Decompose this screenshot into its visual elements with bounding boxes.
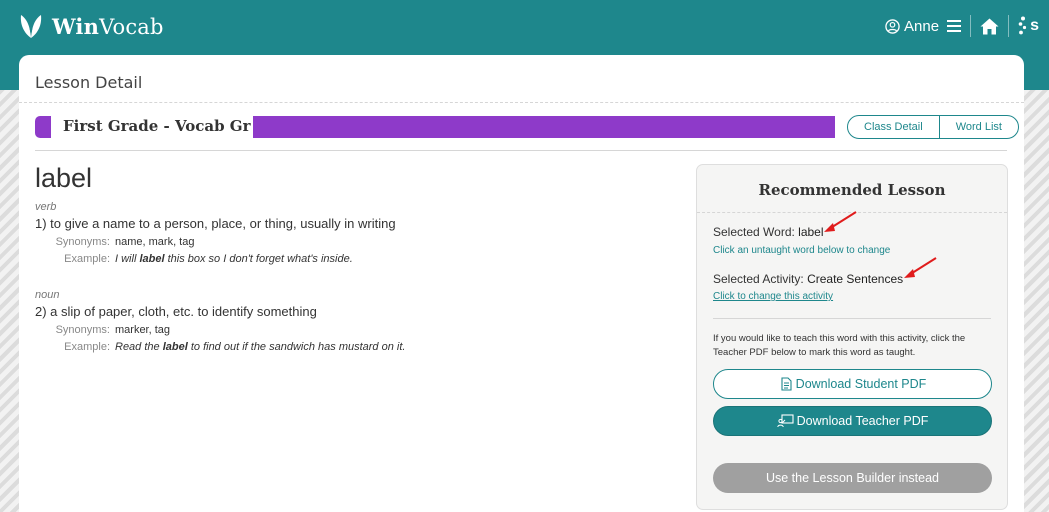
top-nav: Anne s [885, 14, 1049, 38]
definition-text: 2) a slip of paper, cloth, etc. to ident… [35, 304, 317, 319]
panel-title: Recommended Lesson [758, 181, 946, 199]
example-sentence: I will label this box so I don't forget … [115, 253, 353, 265]
logo-text: WinVocab [52, 14, 164, 39]
winvocab-leaf-logo-icon [20, 15, 42, 38]
synonyms-row: Synonyms: marker, tag [35, 324, 405, 336]
synonyms-row: Synonyms: name, mark, tag [35, 236, 396, 248]
lesson-nav-buttons: Class Detail Word List [847, 115, 1019, 139]
example-after: this box so I don't forget what's inside… [164, 253, 353, 265]
student-pdf-icon [781, 377, 792, 391]
example-word: label [162, 341, 188, 353]
selected-activity-line: Selected Activity: Create Sentences [713, 272, 903, 286]
brand-letter: s [1030, 17, 1039, 34]
synonyms-value: name, mark, tag [115, 236, 195, 248]
selected-activity-label: Selected Activity: [713, 272, 804, 286]
menu-icon [947, 20, 962, 32]
nav-separator [970, 15, 972, 37]
definition-noun: noun 2) a slip of paper, cloth, etc. to … [35, 289, 405, 353]
menu-button[interactable] [947, 20, 962, 32]
panel-rule [713, 318, 991, 319]
teacher-pdf-icon [776, 414, 794, 428]
nav-separator [1008, 15, 1010, 37]
example-label: Example: [64, 341, 110, 353]
home-icon [980, 18, 999, 34]
synonyms-label: Synonyms: [55, 324, 110, 336]
lesson-builder-button[interactable]: Use the Lesson Builder instead [713, 463, 992, 493]
lesson-bar-divider [35, 150, 1007, 151]
student-pdf-label: Download Student PDF [795, 377, 927, 391]
teach-info-text: If you would like to teach this word wit… [713, 333, 966, 358]
download-teacher-pdf-button[interactable]: Download Teacher PDF [713, 406, 992, 436]
brand-link[interactable]: s [1018, 16, 1039, 36]
selected-activity-value: Create Sentences [807, 272, 904, 286]
user-icon [885, 18, 900, 34]
home-button[interactable] [980, 18, 999, 35]
logo-text-bold: Win [52, 13, 100, 39]
winvocab-logo[interactable]: WinVocab [18, 12, 164, 40]
user-name: Anne [904, 17, 940, 35]
example-row: Example: I will label this box so I don'… [35, 253, 396, 265]
example-label: Example: [64, 253, 110, 265]
annotation-arrow-icon [904, 257, 937, 278]
example-before: Read the [115, 341, 163, 353]
change-activity-link[interactable]: Click to change this activity [713, 291, 833, 302]
change-word-hint[interactable]: Click an untaught word below to change [713, 245, 890, 256]
teacher-pdf-label: Download Teacher PDF [796, 414, 929, 428]
lesson-title: First Grade - Vocab Gr 1 [63, 117, 267, 135]
part-of-speech: verb [35, 201, 57, 213]
example-before: I will [115, 253, 140, 265]
lesson-title-bar: First Grade - Vocab Gr 1 [35, 116, 835, 138]
page-title: Lesson Detail [35, 73, 143, 92]
lesson-color-tab [35, 116, 51, 138]
lesson-detail-card: Lesson Detail First Grade - Vocab Gr 1 C… [19, 55, 1024, 512]
card-divider [19, 102, 1024, 103]
download-student-pdf-button[interactable]: Download Student PDF [713, 369, 992, 399]
example-after: to find out if the sandwich has mustard … [187, 341, 406, 353]
recommended-lesson-panel: Recommended Lesson Selected Word: label … [696, 164, 1008, 510]
class-detail-button[interactable]: Class Detail [848, 116, 939, 138]
synonyms-value: marker, tag [115, 324, 171, 336]
example-sentence: Read the label to find out if the sandwi… [115, 341, 405, 353]
definition-verb: verb 1) to give a name to a person, plac… [35, 201, 396, 265]
selected-word-value: label [798, 225, 824, 239]
user-menu[interactable]: Anne [885, 18, 939, 35]
example-word: label [139, 253, 165, 265]
example-row: Example: Read the label to find out if t… [35, 341, 405, 353]
definition-text: 1) to give a name to a person, place, or… [35, 216, 396, 231]
lesson-color-bar [253, 116, 835, 138]
selected-word-line: Selected Word: label [713, 225, 824, 239]
word-list-button[interactable]: Word List [938, 116, 1018, 138]
annotation-arrow-icon [824, 211, 857, 232]
part-of-speech: noun [35, 289, 60, 301]
selected-word-label: Selected Word: [713, 225, 795, 239]
logo-text-rest: Vocab [99, 14, 164, 39]
brand-sparkle-icon [1018, 16, 1027, 35]
synonyms-label: Synonyms: [55, 236, 110, 248]
vocab-word: label [35, 163, 93, 193]
